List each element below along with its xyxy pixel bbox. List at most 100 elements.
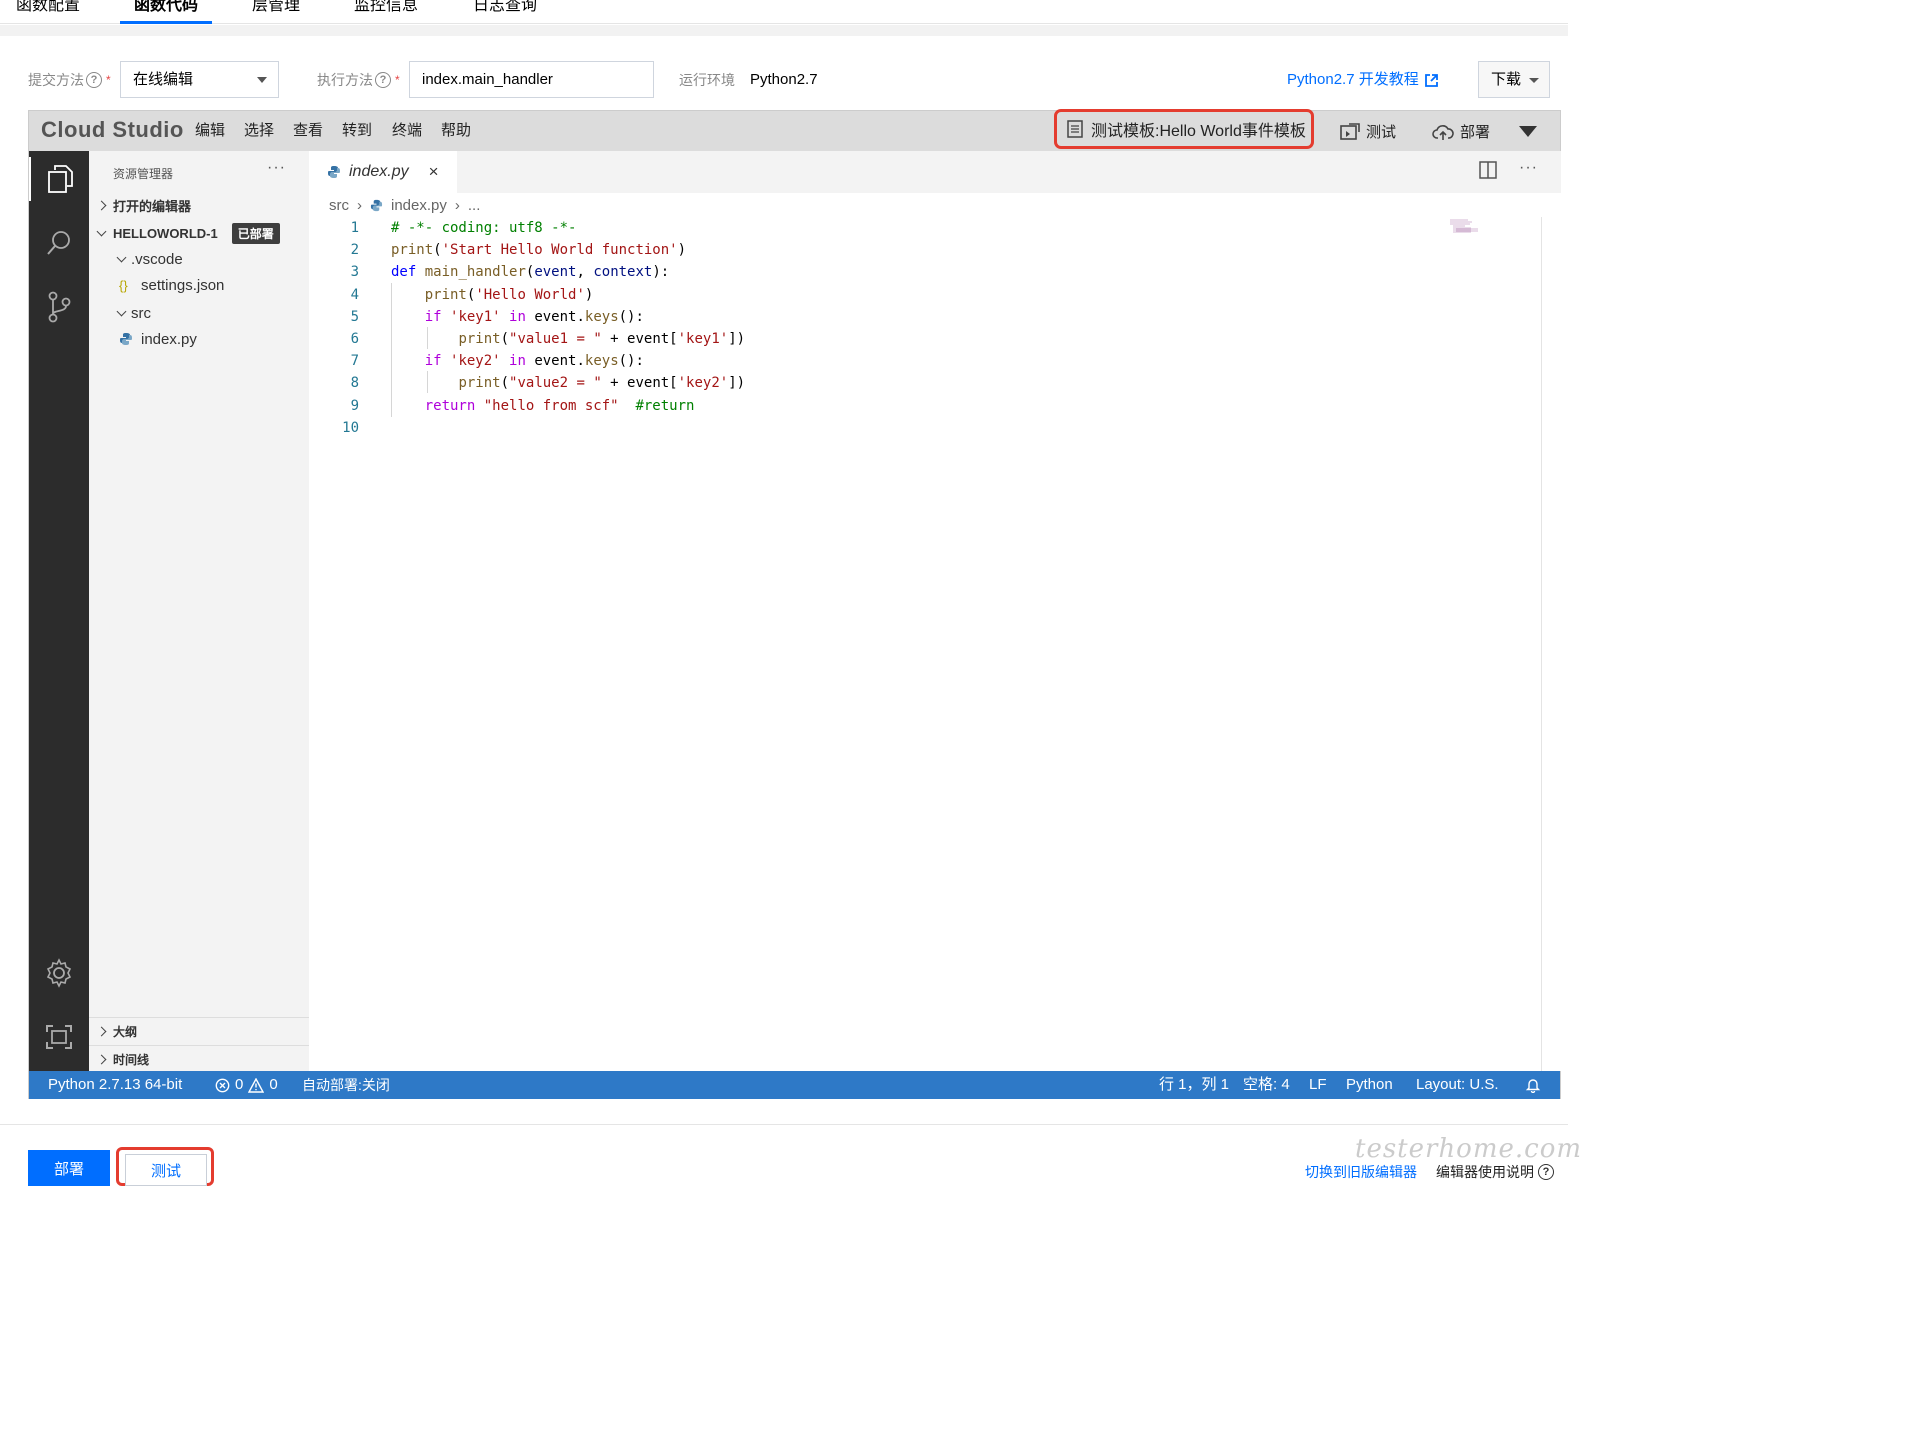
document-icon [1067, 120, 1083, 138]
code-line[interactable]: 5 if 'key1' in event.keys(): [309, 306, 1469, 328]
auto-deploy-status[interactable]: 自动部署:关闭 [302, 1076, 390, 1094]
project-folder[interactable]: HELLOWORLD-1 已部署 [89, 221, 309, 245]
menu-terminal[interactable]: 终端 [392, 121, 422, 141]
search-icon[interactable] [29, 221, 89, 265]
dev-tutorial-link[interactable]: Python2.7 开发教程 [1287, 70, 1438, 90]
open-editors-label: 打开的编辑器 [113, 198, 192, 214]
line-number: 4 [350, 286, 359, 303]
json-file-icon: {} [119, 277, 128, 293]
menu-view[interactable]: 查看 [293, 121, 323, 141]
tree-item-index-py[interactable]: index.py [89, 327, 309, 351]
activity-bar [29, 151, 89, 1071]
tab-log-query[interactable]: 日志查询 [473, 0, 537, 18]
cloud-studio-logo: Cloud Studio [41, 117, 184, 142]
code-line[interactable]: 8 print("value2 = " + event['key2']) [309, 372, 1469, 394]
cursor-position-status[interactable]: 行 1，列 1 [1159, 1076, 1229, 1094]
cloud-studio-ide: Cloud Studio 编辑 选择 查看 转到 终端 帮助 测试模板:Hell… [28, 109, 1561, 1099]
source-control-icon[interactable] [29, 285, 89, 329]
test-button[interactable]: 测试 [125, 1154, 207, 1186]
tab-function-config[interactable]: 函数配置 [16, 0, 80, 18]
more-actions-icon[interactable]: ··· [267, 159, 286, 177]
submit-method-select[interactable]: 在线编辑 [120, 61, 279, 98]
outline-label: 大纲 [113, 1025, 138, 1039]
split-editor-icon[interactable] [1479, 161, 1497, 179]
problems-status[interactable]: 0 0 [215, 1076, 278, 1094]
tab-layer-management[interactable]: 层管理 [252, 0, 300, 18]
tab-function-code[interactable]: 函数代码 [119, 0, 213, 24]
outline-section[interactable]: 大纲 [89, 1017, 309, 1045]
tree-item-settings-json[interactable]: {} settings.json [89, 273, 309, 297]
explorer-title: 资源管理器 [113, 167, 174, 181]
code-text: print('Start Hello World function') [391, 242, 687, 259]
deployed-badge: 已部署 [231, 222, 280, 244]
code-line[interactable]: 4 print('Hello World') [309, 284, 1469, 306]
explorer-files-icon[interactable] [29, 157, 89, 201]
menu-goto[interactable]: 转到 [342, 121, 372, 141]
warning-icon [248, 1077, 265, 1093]
test-template-selector[interactable]: 测试模板:Hello World事件模板 [1054, 109, 1314, 149]
line-number: 3 [350, 264, 359, 281]
breadcrumb-more[interactable]: ... [468, 197, 481, 214]
line-number: 2 [350, 242, 359, 259]
ide-menubar: Cloud Studio 编辑 选择 查看 转到 终端 帮助 测试模板:Hell… [29, 109, 1560, 151]
required-mark: * [395, 73, 400, 87]
code-line[interactable]: 10 [309, 417, 1469, 439]
open-editors-section[interactable]: 打开的编辑器 [89, 193, 309, 217]
timeline-label: 时间线 [113, 1053, 150, 1067]
close-icon[interactable]: × [429, 162, 439, 182]
screen-capture-icon[interactable] [29, 1015, 89, 1059]
download-dropdown-button[interactable]: 下载 [1478, 61, 1550, 98]
caret-down-icon [257, 77, 267, 83]
exec-method-label: 执行方法 ? * [317, 70, 400, 90]
line-number: 6 [350, 331, 359, 347]
help-question-icon[interactable]: ? [375, 72, 391, 88]
vertical-scrollbar[interactable] [1541, 217, 1559, 1077]
timeline-section[interactable]: 时间线 [89, 1045, 309, 1073]
code-line[interactable]: 7 if 'key2' in event.keys(): [309, 350, 1469, 372]
code-line[interactable]: 6 print("value1 = " + event['key1']) [309, 328, 1469, 350]
breadcrumb-file[interactable]: index.py [391, 197, 447, 214]
deploy-button[interactable]: 部署 [28, 1150, 110, 1186]
more-actions-icon[interactable]: ··· [1519, 159, 1538, 177]
chevron-right-icon: › [357, 197, 362, 214]
menu-help[interactable]: 帮助 [441, 121, 471, 141]
notification-bell-icon[interactable] [1525, 1077, 1541, 1093]
exec-method-input[interactable]: index.main_handler [409, 61, 654, 98]
code-line[interactable]: 3 def main_handler(event, context): [309, 261, 1469, 283]
menu-edit[interactable]: 编辑 [195, 121, 225, 141]
breadcrumb-folder[interactable]: src [329, 197, 349, 214]
chevron-right-icon: › [454, 197, 460, 214]
expand-caret-icon[interactable] [1519, 126, 1537, 137]
tree-item-vscode[interactable]: .vscode [89, 247, 309, 271]
test-button-highlight: 测试 [116, 1147, 214, 1186]
ide-test-label: 测试 [1366, 124, 1397, 141]
indentation-status[interactable]: 空格: 4 [1243, 1076, 1290, 1094]
explorer-sidebar: 资源管理器 ··· 打开的编辑器 HELLOWORLD-1 已部署 .vscod… [89, 151, 309, 1071]
tab-monitoring[interactable]: 监控信息 [354, 0, 418, 18]
code-line[interactable]: 9 return "hello from scf" #return [309, 395, 1469, 417]
keyboard-layout-status[interactable]: Layout: U.S. [1416, 1076, 1499, 1094]
status-bar: Python 2.7.13 64-bit 0 0 自动部署:关闭 行 1，列 1… [29, 1071, 1560, 1099]
settings-gear-icon[interactable] [29, 951, 89, 995]
code-line[interactable]: 1 # -*- coding: utf8 -*- [309, 217, 1469, 239]
python-file-icon [119, 332, 141, 346]
editor-help-label: 编辑器使用说明 [1436, 1164, 1534, 1180]
language-mode-status[interactable]: Python [1346, 1076, 1393, 1094]
help-question-icon[interactable]: ? [86, 72, 102, 88]
switch-old-editor-link[interactable]: 切换到旧版编辑器 [1305, 1162, 1417, 1182]
editor-tab-index-py[interactable]: index.py × [309, 151, 457, 193]
editor-help-link[interactable]: 编辑器使用说明 ? [1436, 1162, 1554, 1182]
tree-item-src[interactable]: src [89, 301, 309, 325]
code-text: return "hello from scf" #return [424, 397, 695, 414]
minimap[interactable] [1449, 219, 1485, 233]
eol-status[interactable]: LF [1309, 1076, 1327, 1094]
python-interpreter-status[interactable]: Python 2.7.13 64-bit [48, 1076, 182, 1094]
ide-test-button[interactable]: 测试 [1340, 121, 1396, 142]
top-tab-bar: 函数配置 函数代码 层管理 监控信息 日志查询 [0, 0, 1568, 24]
menu-select[interactable]: 选择 [244, 121, 274, 141]
code-text: print('Hello World') [424, 286, 594, 303]
code-line[interactable]: 2 print('Start Hello World function') [309, 239, 1469, 261]
external-link-icon [1424, 73, 1438, 87]
ide-deploy-button[interactable]: 部署 [1432, 121, 1490, 142]
python-file-icon [327, 165, 341, 179]
